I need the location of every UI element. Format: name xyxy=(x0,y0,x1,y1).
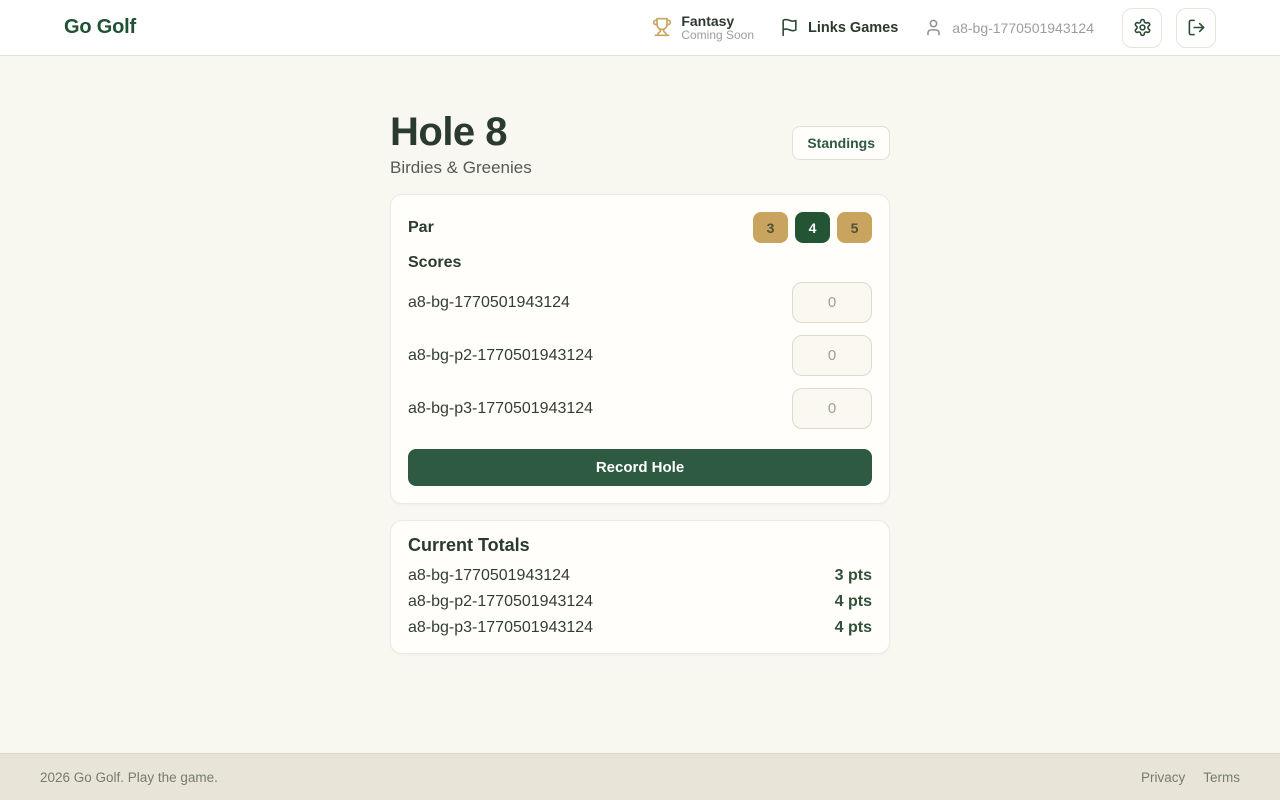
privacy-link[interactable]: Privacy xyxy=(1141,770,1185,785)
record-hole-button[interactable]: Record Hole xyxy=(408,449,872,486)
score-input-player3[interactable] xyxy=(792,388,872,429)
score-row: a8-bg-p3-1770501943124 xyxy=(408,388,872,429)
totals-card: Current Totals a8-bg-1770501943124 3 pts… xyxy=(390,520,890,654)
par-option-5[interactable]: 5 xyxy=(837,212,872,243)
logout-icon xyxy=(1187,18,1206,37)
nav-user: a8-bg-1770501943124 xyxy=(924,18,1094,37)
user-icon xyxy=(924,18,943,37)
player-name: a8-bg-p2-1770501943124 xyxy=(408,347,593,365)
total-points: 4 pts xyxy=(835,593,872,611)
top-nav: Go Golf Fantasy Coming Soon xyxy=(0,0,1280,56)
score-input-player2[interactable] xyxy=(792,335,872,376)
nav-item-fantasy[interactable]: Fantasy Coming Soon xyxy=(652,13,754,43)
total-player-name: a8-bg-p3-1770501943124 xyxy=(408,619,593,637)
total-player-name: a8-bg-1770501943124 xyxy=(408,567,570,585)
total-row: a8-bg-p3-1770501943124 4 pts xyxy=(408,615,872,641)
fantasy-label: Fantasy xyxy=(681,13,754,29)
copyright-text: 2026 Go Golf. Play the game. xyxy=(40,770,218,785)
score-row: a8-bg-p2-1770501943124 xyxy=(408,335,872,376)
score-card: Par 3 4 5 Scores a8-bg-1770501943124 a8-… xyxy=(390,194,890,504)
par-selector: 3 4 5 xyxy=(753,212,872,243)
main-content: Hole 8 Birdies & Greenies Standings Par … xyxy=(0,56,1280,753)
par-option-3[interactable]: 3 xyxy=(753,212,788,243)
total-points: 3 pts xyxy=(835,567,872,585)
fantasy-sublabel: Coming Soon xyxy=(681,29,754,43)
flag-icon xyxy=(780,18,799,37)
nav-item-links-games[interactable]: Links Games xyxy=(780,18,898,37)
links-games-label: Links Games xyxy=(808,20,898,36)
settings-button[interactable] xyxy=(1122,8,1162,48)
player-name: a8-bg-1770501943124 xyxy=(408,294,570,312)
total-player-name: a8-bg-p2-1770501943124 xyxy=(408,593,593,611)
par-option-4[interactable]: 4 xyxy=(795,212,830,243)
player-name: a8-bg-p3-1770501943124 xyxy=(408,400,593,418)
total-points: 4 pts xyxy=(835,619,872,637)
app-logo[interactable]: Go Golf xyxy=(64,16,136,39)
score-row: a8-bg-1770501943124 xyxy=(408,282,872,323)
logout-button[interactable] xyxy=(1176,8,1216,48)
totals-title: Current Totals xyxy=(408,535,872,556)
nav-right: Fantasy Coming Soon Links Games a8-bg-17… xyxy=(652,8,1216,48)
total-row: a8-bg-1770501943124 3 pts xyxy=(408,563,872,589)
terms-link[interactable]: Terms xyxy=(1203,770,1240,785)
user-id-label: a8-bg-1770501943124 xyxy=(952,20,1094,36)
gear-icon xyxy=(1133,18,1152,37)
total-row: a8-bg-p2-1770501943124 4 pts xyxy=(408,589,872,615)
score-input-player1[interactable] xyxy=(792,282,872,323)
par-label: Par xyxy=(408,219,434,237)
trophy-icon xyxy=(652,17,672,37)
scores-heading: Scores xyxy=(408,254,872,272)
standings-button[interactable]: Standings xyxy=(792,126,890,160)
page-subtitle: Birdies & Greenies xyxy=(390,158,532,178)
page-title: Hole 8 xyxy=(390,108,532,156)
page-footer: 2026 Go Golf. Play the game. Privacy Ter… xyxy=(0,753,1280,800)
